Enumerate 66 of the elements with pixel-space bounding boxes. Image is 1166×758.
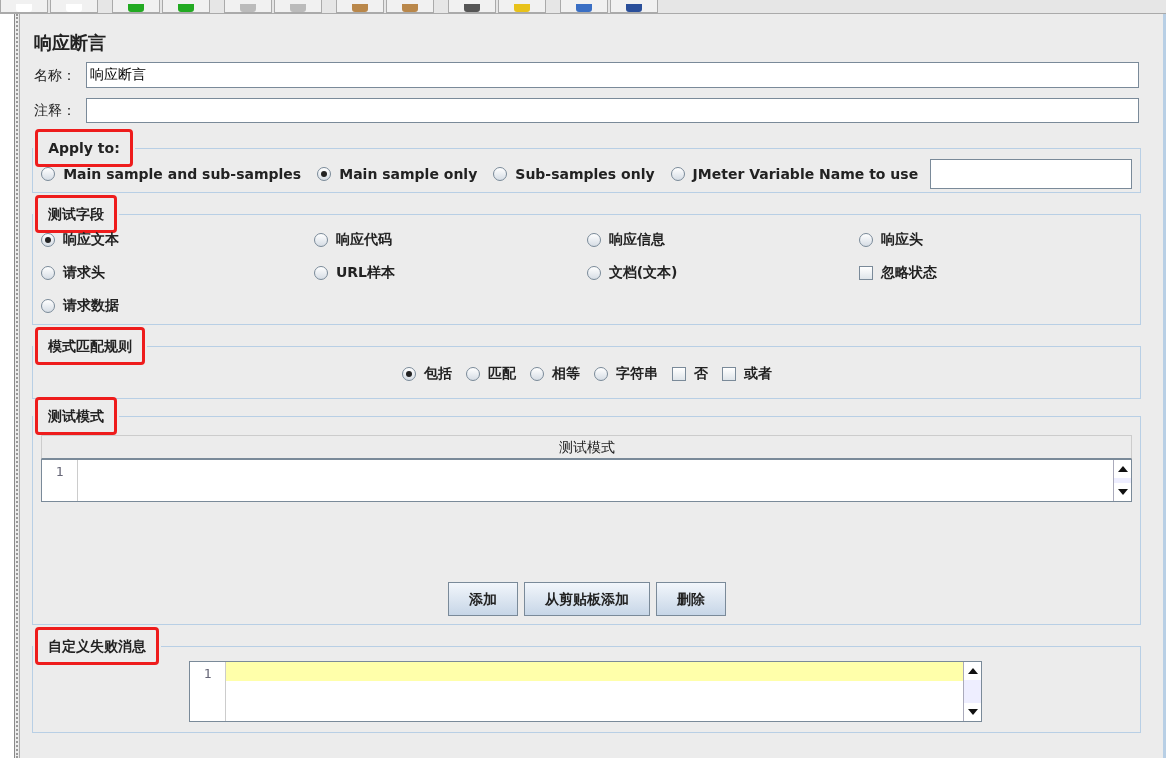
radio-button[interactable] — [586, 232, 601, 247]
checkbox[interactable] — [859, 265, 874, 280]
radio-button[interactable] — [465, 366, 480, 381]
option-label: 字符串 — [615, 364, 658, 383]
radio-button[interactable] — [313, 232, 328, 247]
toolbar-button[interactable] — [560, 0, 608, 13]
field-label: 注释： — [34, 101, 78, 120]
option-label: Main sample only — [339, 164, 478, 184]
radio-button[interactable] — [317, 167, 332, 181]
radio-button[interactable] — [670, 167, 685, 181]
panel-title: 响应断言 — [33, 34, 108, 52]
code-editor[interactable]: 1 — [41, 459, 1133, 502]
radio-button[interactable] — [586, 265, 601, 280]
radio-button[interactable] — [313, 265, 328, 280]
radio-button[interactable] — [493, 167, 508, 181]
radio-button[interactable] — [593, 366, 608, 381]
option-label: 匹配 — [487, 364, 516, 383]
option-label: 请求数据 — [63, 296, 120, 315]
option-label: 包括 — [423, 364, 452, 383]
line-number: 1 — [54, 463, 65, 481]
scroll-down-icon[interactable] — [1117, 489, 1128, 495]
radio-button[interactable] — [41, 298, 56, 313]
splitter-handle[interactable] — [14, 14, 21, 758]
scroll-up-icon[interactable] — [1117, 466, 1128, 472]
section-legend: 模式匹配规则 — [48, 338, 133, 354]
section-legend: Apply to: — [48, 140, 120, 156]
column-header[interactable]: 测试模式 — [41, 435, 1133, 459]
radio-button[interactable] — [401, 366, 416, 381]
scrollbar[interactable] — [1113, 460, 1132, 501]
action-button[interactable]: 从剪贴板添加 — [523, 582, 650, 616]
scrollbar[interactable] — [963, 662, 982, 721]
toolbar-button[interactable] — [448, 0, 496, 13]
action-button[interactable]: 删除 — [655, 582, 726, 616]
checkbox[interactable] — [721, 366, 736, 381]
option-label: 响应信息 — [608, 230, 665, 249]
option-label: 或者 — [743, 364, 772, 383]
radio-button[interactable] — [529, 366, 544, 381]
variable-name-field[interactable] — [930, 159, 1133, 189]
option-label: 响应头 — [881, 230, 924, 249]
section-legend: 测试字段 — [48, 206, 105, 222]
code-editor[interactable]: 1 — [189, 661, 983, 722]
toolbar-button[interactable] — [610, 0, 658, 13]
comment-field[interactable] — [86, 98, 1140, 123]
option-label: JMeter Variable Name to use — [692, 164, 919, 184]
option-label: 请求头 — [63, 263, 106, 282]
option-label: 忽略状态 — [881, 263, 938, 282]
section-legend: 测试模式 — [48, 408, 105, 424]
option-label: 响应文本 — [63, 230, 120, 249]
radio-button[interactable] — [41, 265, 56, 280]
option-label: 响应代码 — [335, 230, 392, 249]
option-label: 相等 — [551, 364, 580, 383]
radio-button[interactable] — [859, 232, 874, 247]
checkbox[interactable] — [671, 366, 686, 381]
option-label: URL样本 — [335, 263, 395, 282]
action-button[interactable]: 添加 — [447, 582, 518, 616]
scroll-up-icon[interactable] — [967, 668, 978, 674]
option-label: Main sample and sub-samples — [63, 164, 302, 184]
option-label: 否 — [693, 364, 708, 383]
option-label: 文档(文本) — [608, 263, 678, 282]
section-legend: 自定义失败消息 — [48, 638, 147, 654]
scroll-down-icon[interactable] — [967, 709, 978, 715]
option-label: Sub-samples only — [515, 164, 655, 184]
name-field[interactable]: 响应断言 — [86, 62, 1140, 88]
line-number: 1 — [202, 665, 213, 683]
field-label: 名称： — [34, 65, 78, 85]
radio-button[interactable] — [41, 167, 56, 181]
